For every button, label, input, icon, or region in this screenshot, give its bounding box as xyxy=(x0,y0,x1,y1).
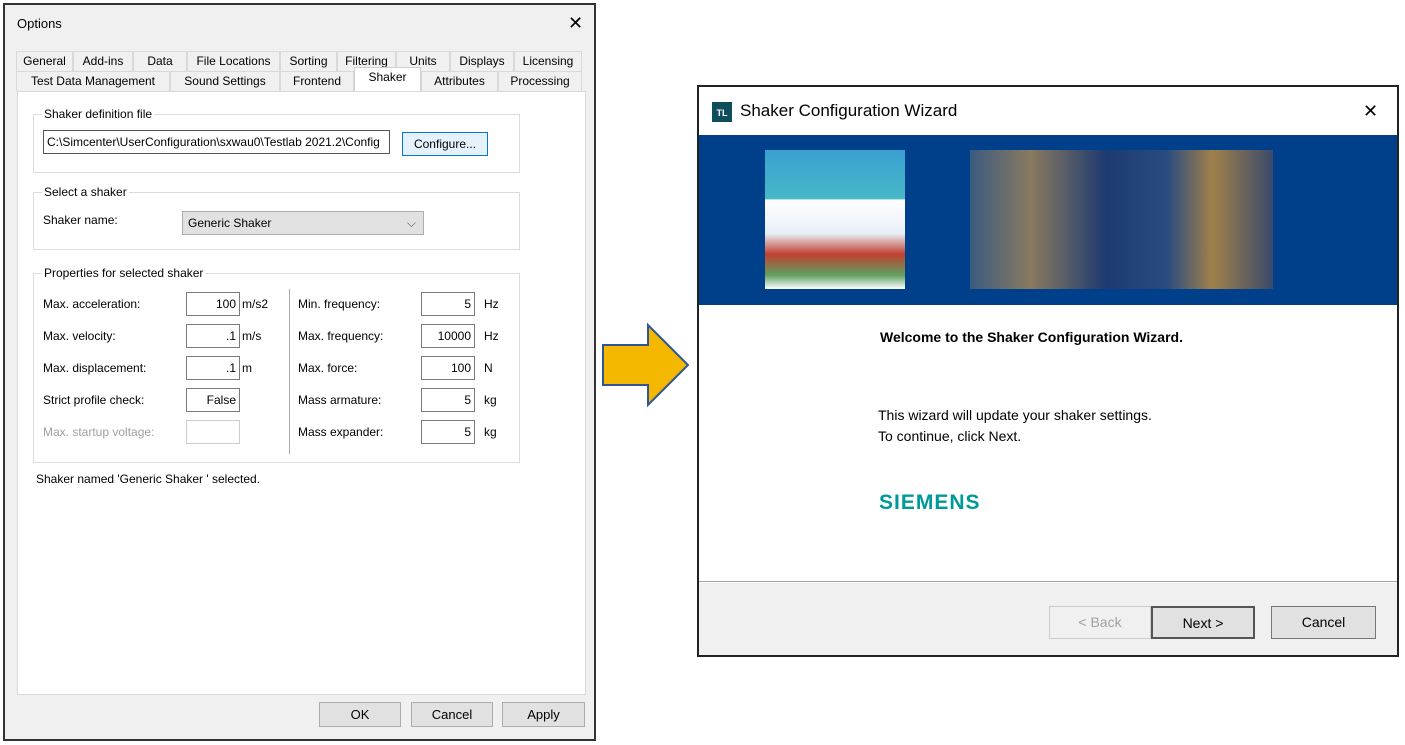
property-unit: m xyxy=(242,361,252,375)
siemens-logo: SIEMENS xyxy=(879,491,981,514)
wizard-text-2: To continue, click Next. xyxy=(878,428,1022,444)
property-unit: m/s xyxy=(242,329,262,343)
property-label: Mass armature: xyxy=(298,393,382,407)
cancel-button[interactable]: Cancel xyxy=(1271,606,1376,639)
property-label: Max. frequency: xyxy=(298,329,384,343)
divider xyxy=(289,289,290,454)
property-unit: N xyxy=(484,361,493,375)
property-value-input[interactable]: False xyxy=(186,388,240,412)
tab-sound-settings[interactable]: Sound Settings xyxy=(170,71,280,91)
tab-attributes[interactable]: Attributes xyxy=(421,71,498,91)
ok-button[interactable]: OK xyxy=(319,702,401,727)
close-icon[interactable]: ✕ xyxy=(1363,102,1378,120)
tab-data[interactable]: Data xyxy=(133,51,187,71)
wizard-text-1: This wizard will update your shaker sett… xyxy=(878,407,1152,423)
group-label: Properties for selected shaker xyxy=(42,266,206,280)
properties-group: Properties for selected shaker Max. acce… xyxy=(33,266,520,463)
property-label: Strict profile check: xyxy=(43,393,145,407)
shaker-name-label: Shaker name: xyxy=(43,213,118,227)
tab-frontend[interactable]: Frontend xyxy=(280,71,354,91)
property-label: Max. force: xyxy=(298,361,358,375)
property-value-input[interactable]: 5 xyxy=(421,420,475,444)
status-text: Shaker named 'Generic Shaker ' selected. xyxy=(36,472,261,486)
property-unit: kg xyxy=(484,393,497,407)
property-value-input[interactable] xyxy=(186,420,240,444)
tab-add-ins[interactable]: Add-ins xyxy=(73,51,133,71)
property-value-input[interactable]: .1 xyxy=(186,324,240,348)
property-value-input[interactable]: 5 xyxy=(421,388,475,412)
select-shaker-group: Select a shaker Shaker name: Generic Sha… xyxy=(33,185,520,250)
next-button[interactable]: Next > xyxy=(1151,606,1255,639)
property-unit: m/s2 xyxy=(242,297,269,311)
wizard-content: Welcome to the Shaker Configuration Wiza… xyxy=(699,305,1397,581)
wizard-window: TL Shaker Configuration Wizard ✕ Welcome… xyxy=(697,85,1399,657)
separator xyxy=(699,581,1397,583)
title-bar: TL Shaker Configuration Wizard ✕ xyxy=(699,87,1397,135)
tab-general[interactable]: General xyxy=(16,51,73,71)
property-value-input[interactable]: 100 xyxy=(421,356,475,380)
chevron-down-icon: ⌵ xyxy=(406,216,416,230)
property-value-input[interactable]: 5 xyxy=(421,292,475,316)
chart-image xyxy=(765,150,905,289)
banner xyxy=(699,135,1397,305)
tab-displays[interactable]: Displays xyxy=(450,51,514,71)
tab-shaker[interactable]: Shaker xyxy=(354,67,421,91)
shaker-name-select[interactable]: Generic Shaker ⌵ xyxy=(182,211,424,235)
property-label: Max. velocity: xyxy=(43,329,116,343)
dialog-title: Options xyxy=(17,16,62,31)
lab-photo xyxy=(970,150,1273,289)
configure-button[interactable]: Configure... xyxy=(402,132,488,156)
definition-path-input[interactable]: C:\Simcenter\UserConfiguration\sxwau0\Te… xyxy=(43,130,390,154)
app-icon: TL xyxy=(712,102,732,122)
wizard-title: Shaker Configuration Wizard xyxy=(740,101,958,120)
property-value-input[interactable]: 100 xyxy=(186,292,240,316)
group-label: Select a shaker xyxy=(42,185,129,199)
tab-sorting[interactable]: Sorting xyxy=(280,51,337,71)
welcome-heading: Welcome to the Shaker Configuration Wiza… xyxy=(880,329,1183,345)
tab-licensing[interactable]: Licensing xyxy=(514,51,582,71)
selected-shaker: Generic Shaker xyxy=(188,216,272,230)
property-label: Max. acceleration: xyxy=(43,297,141,311)
property-label: Max. startup voltage: xyxy=(43,425,155,439)
close-icon[interactable]: ✕ xyxy=(568,14,583,32)
cancel-button[interactable]: Cancel xyxy=(411,702,493,727)
property-label: Mass expander: xyxy=(298,425,384,439)
tab-file-locations[interactable]: File Locations xyxy=(187,51,280,71)
property-value-input[interactable]: 10000 xyxy=(421,324,475,348)
group-label: Shaker definition file xyxy=(42,107,155,121)
shaker-tab-panel: Shaker definition file C:\Simcenter\User… xyxy=(17,91,586,695)
tab-processing[interactable]: Processing xyxy=(498,71,582,91)
back-button[interactable]: < Back xyxy=(1049,606,1151,639)
tab-test-data-management[interactable]: Test Data Management xyxy=(16,71,170,91)
arrow-icon xyxy=(602,323,690,408)
options-dialog: Options ✕ General Add-ins Data File Locatio… xyxy=(3,3,596,741)
property-unit: kg xyxy=(484,425,497,439)
property-unit: Hz xyxy=(484,297,499,311)
apply-button[interactable]: Apply xyxy=(502,702,585,727)
property-value-input[interactable]: .1 xyxy=(186,356,240,380)
property-unit: Hz xyxy=(484,329,499,343)
definition-file-group: Shaker definition file C:\Simcenter\User… xyxy=(33,107,520,173)
property-label: Max. displacement: xyxy=(43,361,147,375)
property-label: Min. frequency: xyxy=(298,297,381,311)
tab-strip: General Add-ins Data File Locations Sorting F… xyxy=(16,51,586,93)
